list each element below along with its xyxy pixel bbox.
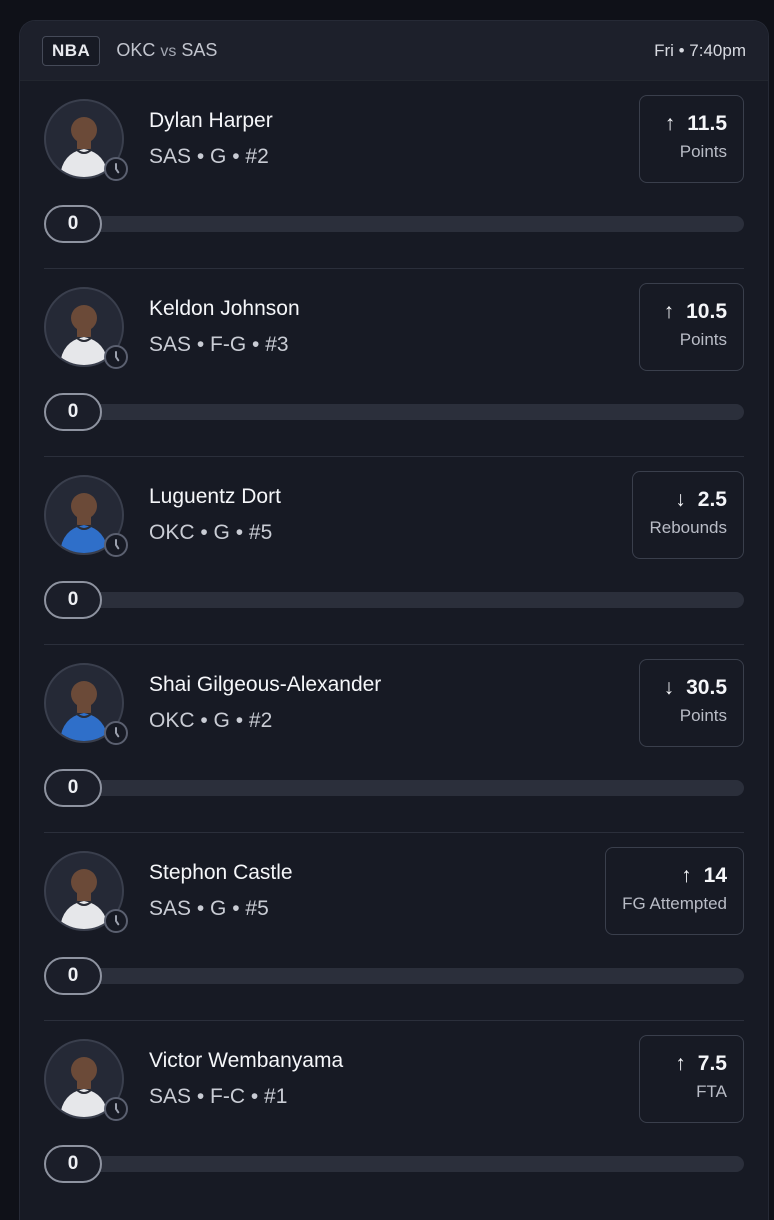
player-name: Victor Wembanyama — [149, 1049, 344, 1072]
clock-icon — [104, 533, 128, 557]
player-prop-row[interactable]: Stephon Castle SAS • G • #5 ↑ 14 FG Attem… — [44, 833, 744, 1021]
player-prop-row[interactable]: Victor Wembanyama SAS • F-C • #1 ↑ 7.5 FT… — [44, 1021, 744, 1209]
current-stat-count: 0 — [44, 393, 102, 431]
arrow-up-icon: ↑ — [675, 1052, 686, 1075]
progress-track — [84, 592, 744, 608]
player-meta: SAS • F-G • #3 — [149, 333, 289, 356]
team-b: SAS — [181, 40, 218, 60]
game-card: NBA OKC vs SAS Fri • 7:40pm Dylan Harper… — [19, 20, 769, 1220]
progress-bar: 0 — [44, 769, 744, 807]
league-badge: NBA — [42, 35, 101, 66]
team-a: OKC — [116, 40, 156, 60]
prop-line-box[interactable]: ↑ 10.5 Points — [639, 283, 744, 371]
prop-line-value: 7.5 — [697, 1052, 727, 1075]
clock-icon — [104, 721, 128, 745]
matchup[interactable]: OKC vs SAS — [116, 40, 217, 61]
player-name: Shai Gilgeous-Alexander — [149, 673, 382, 696]
player-prop-row[interactable]: Shai Gilgeous-Alexander OKC • G • #2 ↓ 30… — [44, 645, 744, 833]
prop-stat-label: FG Attempted — [622, 894, 727, 913]
player-prop-row[interactable]: Luguentz Dort OKC • G • #5 ↓ 2.5 Rebounds… — [44, 457, 744, 645]
player-meta: SAS • G • #5 — [149, 897, 269, 920]
progress-track — [84, 780, 744, 796]
progress-bar: 0 — [44, 393, 744, 431]
clock-icon — [104, 345, 128, 369]
game-time: Fri • 7:40pm — [654, 40, 746, 60]
progress-bar: 0 — [44, 205, 744, 243]
prop-stat-label: FTA — [696, 1082, 727, 1101]
prop-stat-label: Points — [679, 330, 727, 349]
current-stat-count: 0 — [44, 769, 102, 807]
prop-line-box[interactable]: ↑ 11.5 Points — [639, 95, 744, 183]
clock-icon — [104, 909, 128, 933]
prop-line-box[interactable]: ↑ 14 FG Attempted — [605, 847, 744, 935]
player-meta: OKC • G • #5 — [149, 521, 273, 544]
progress-track — [84, 216, 744, 232]
player-meta: OKC • G • #2 — [149, 709, 273, 732]
clock-icon — [104, 1097, 128, 1121]
progress-track — [84, 968, 744, 984]
arrow-up-icon: ↑ — [664, 112, 676, 135]
progress-track — [84, 404, 744, 420]
arrow-down-icon: ↓ — [663, 676, 675, 699]
prop-stat-label: Points — [679, 706, 727, 725]
prop-stat-label: Points — [679, 142, 727, 161]
arrow-up-icon: ↑ — [681, 864, 692, 887]
player-meta: SAS • G • #2 — [149, 145, 269, 168]
prop-line-box[interactable]: ↑ 7.5 FTA — [639, 1035, 744, 1123]
current-stat-count: 0 — [44, 957, 102, 995]
current-stat-count: 0 — [44, 205, 102, 243]
current-stat-count: 0 — [44, 1145, 102, 1183]
prop-line-box[interactable]: ↓ 30.5 Points — [639, 659, 744, 747]
prop-line-value: 11.5 — [687, 112, 727, 135]
prop-line-value: 14 — [703, 864, 727, 887]
player-prop-list: Dylan Harper SAS • G • #2 ↑ 11.5 Points 0… — [20, 81, 768, 1209]
arrow-up-icon: ↑ — [663, 300, 675, 323]
prop-line-value: 30.5 — [686, 676, 727, 699]
clock-icon — [104, 157, 128, 181]
player-name: Luguentz Dort — [149, 485, 281, 508]
progress-bar: 0 — [44, 581, 744, 619]
player-meta: SAS • F-C • #1 — [149, 1085, 288, 1108]
player-name: Stephon Castle — [149, 861, 293, 884]
player-name: Dylan Harper — [149, 109, 273, 132]
current-stat-count: 0 — [44, 581, 102, 619]
prop-line-box[interactable]: ↓ 2.5 Rebounds — [632, 471, 744, 559]
prop-line-value: 10.5 — [686, 300, 727, 323]
arrow-down-icon: ↓ — [675, 488, 686, 511]
prop-line-value: 2.5 — [697, 488, 727, 511]
game-header: NBA OKC vs SAS Fri • 7:40pm — [20, 21, 768, 81]
progress-bar: 0 — [44, 957, 744, 995]
player-name: Keldon Johnson — [149, 297, 300, 320]
prop-stat-label: Rebounds — [649, 518, 727, 537]
player-prop-row[interactable]: Keldon Johnson SAS • F-G • #3 ↑ 10.5 Poin… — [44, 269, 744, 457]
progress-bar: 0 — [44, 1145, 744, 1183]
progress-track — [84, 1156, 744, 1172]
vs-label: vs — [160, 43, 177, 60]
player-prop-row[interactable]: Dylan Harper SAS • G • #2 ↑ 11.5 Points 0 — [44, 81, 744, 269]
